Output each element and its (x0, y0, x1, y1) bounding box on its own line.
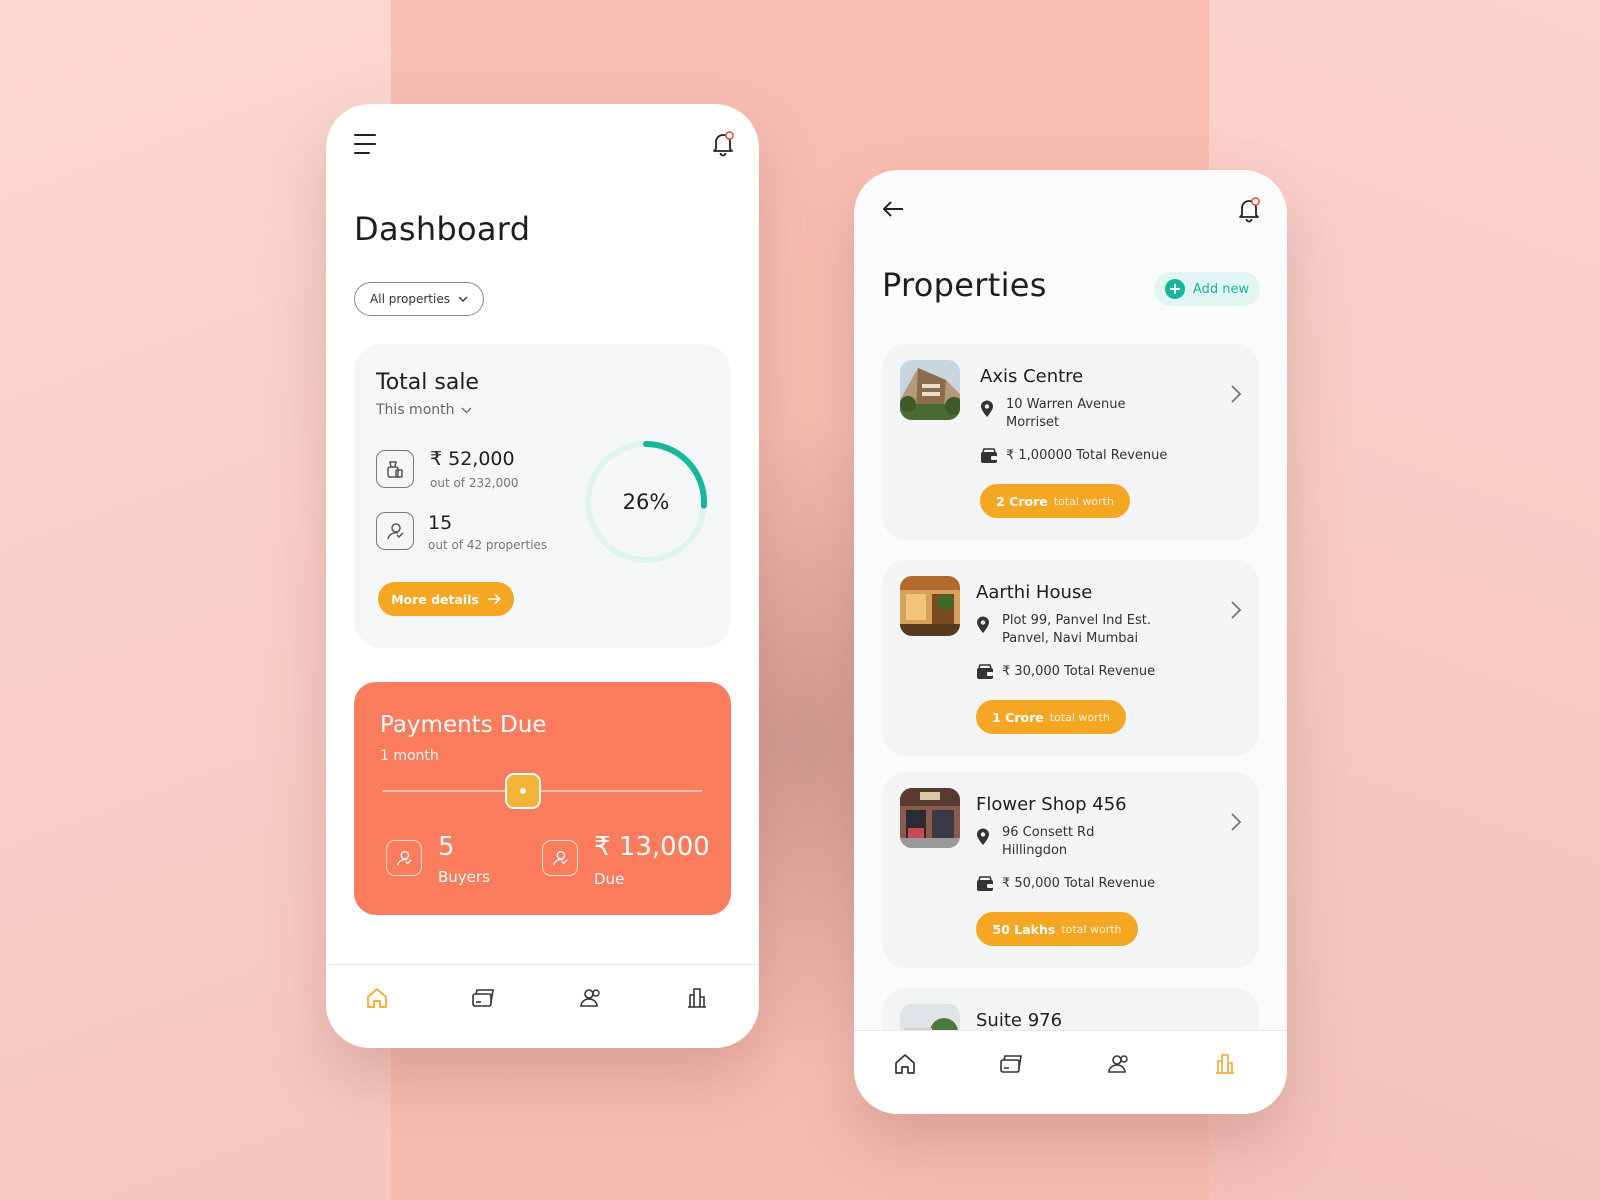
home-icon (895, 1054, 915, 1074)
sale-percent-label: 26% (622, 490, 670, 514)
buyers-count: 5 (438, 832, 455, 862)
property-name: Flower Shop 456 (976, 794, 1127, 815)
period-label: This month (376, 402, 455, 418)
sold-count-sub: out of 42 properties (428, 538, 548, 552)
dashboard-screen: Dashboard All properties Total sale This… (326, 104, 759, 1048)
buyers-label: Buyers (438, 868, 490, 886)
money-bag-icon (376, 450, 414, 488)
tab-clients[interactable] (576, 983, 606, 1013)
worth-value: 1 Crore (992, 709, 1044, 725)
page-title: Properties (882, 266, 1047, 304)
due-label: Due (594, 870, 625, 888)
plus-icon: + (1164, 279, 1185, 299)
payments-due-title: Payments Due (380, 712, 547, 738)
chevron-right-icon[interactable] (1229, 812, 1243, 832)
key-person-icon (376, 512, 414, 550)
more-details-button[interactable]: More details (378, 582, 514, 616)
property-thumbnail (900, 788, 960, 848)
property-card[interactable]: Flower Shop 456 96 Consett Rd Hillingdon… (882, 772, 1259, 968)
buyer-icon (386, 840, 422, 876)
properties-screen: Properties + Add new Axis Centre 10 Warr… (854, 170, 1287, 1114)
filter-label: All properties (370, 292, 450, 306)
total-sale-card: Total sale This month ₹ 52,000 out of 23… (354, 344, 731, 648)
worth-label: total worth (1061, 922, 1122, 936)
property-thumbnail (900, 576, 960, 636)
tab-properties[interactable] (682, 983, 712, 1013)
tab-payments[interactable] (468, 983, 498, 1013)
sold-count: 15 (428, 512, 453, 534)
notification-bell-icon[interactable] (1236, 196, 1262, 224)
building-icon (1216, 1054, 1234, 1074)
property-address: Plot 99, Panvel Ind Est. Panvel, Navi Mu… (1002, 612, 1151, 648)
worth-value: 50 Lakhs (992, 921, 1056, 937)
address-line-1: 10 Warren Avenue (1006, 397, 1126, 412)
users-icon (1108, 1055, 1128, 1073)
notification-bell-icon[interactable] (710, 130, 736, 158)
more-details-label: More details (391, 591, 479, 607)
property-filter-dropdown[interactable]: All properties (354, 282, 484, 316)
cards-icon (472, 989, 494, 1007)
chevron-down-icon (461, 407, 471, 413)
worth-badge: 50 Lakhs total worth (976, 912, 1138, 946)
payments-due-period: 1 month (380, 748, 439, 764)
property-revenue: ₹ 30,000 Total Revenue (1002, 664, 1156, 679)
location-pin-icon (977, 616, 989, 633)
location-pin-icon (977, 828, 989, 845)
address-line-2: Panvel, Navi Mumbai (1002, 631, 1139, 646)
bottom-tab-bar (326, 964, 759, 1048)
tab-home[interactable] (890, 1049, 920, 1079)
address-line-2: Hillingdon (1002, 843, 1068, 858)
back-arrow-icon[interactable] (880, 196, 906, 222)
payments-due-card: Payments Due 1 month 5 Buyers ₹ 13,000 D… (354, 682, 731, 915)
total-sale-title: Total sale (376, 370, 479, 395)
property-address: 96 Consett Rd Hillingdon (1002, 824, 1094, 860)
worth-label: total worth (1053, 494, 1114, 508)
location-pin-icon (981, 400, 993, 417)
due-amount: ₹ 13,000 (594, 832, 710, 862)
worth-value: 2 Crore (996, 493, 1048, 509)
chevron-right-icon[interactable] (1229, 600, 1243, 620)
worth-badge: 2 Crore total worth (980, 484, 1130, 518)
tab-properties[interactable] (1210, 1049, 1240, 1079)
property-thumbnail (900, 360, 960, 420)
building-icon (688, 988, 706, 1008)
chevron-right-icon[interactable] (1229, 384, 1243, 404)
property-name: Aarthi House (976, 582, 1093, 603)
cards-icon (1000, 1055, 1022, 1073)
property-name: Axis Centre (980, 366, 1084, 387)
worth-badge: 1 Crore total worth (976, 700, 1126, 734)
property-revenue: ₹ 50,000 Total Revenue (1002, 876, 1156, 891)
tab-home[interactable] (362, 983, 392, 1013)
home-icon (367, 988, 387, 1008)
period-slider-thumb[interactable] (504, 773, 541, 809)
sale-amount: ₹ 52,000 (430, 448, 515, 470)
wallet-icon (977, 876, 993, 891)
add-new-label: Add new (1192, 281, 1250, 297)
address-line-1: Plot 99, Panvel Ind Est. (1002, 613, 1152, 628)
property-card[interactable]: Aarthi House Plot 99, Panvel Ind Est. Pa… (882, 560, 1259, 756)
add-new-button[interactable]: + Add new (1154, 272, 1260, 306)
due-person-icon (542, 840, 578, 876)
address-line-2: Morriset (1006, 415, 1060, 430)
page-title: Dashboard (354, 210, 531, 248)
tab-clients[interactable] (1104, 1049, 1134, 1079)
hamburger-menu-icon[interactable] (354, 134, 378, 154)
period-selector[interactable]: This month (376, 402, 472, 418)
period-slider-track[interactable] (382, 790, 702, 792)
property-card[interactable]: Axis Centre 10 Warren Avenue Morriset ₹ … (882, 344, 1259, 540)
property-address: 10 Warren Avenue Morriset (1006, 396, 1126, 432)
worth-label: total worth (1049, 710, 1110, 724)
users-icon (580, 989, 600, 1007)
chevron-down-icon (458, 296, 468, 302)
sale-amount-sub: out of 232,000 (430, 476, 519, 490)
bottom-tab-bar (854, 1030, 1287, 1114)
property-name: Suite 976 (976, 1010, 1063, 1031)
wallet-icon (981, 448, 997, 463)
arrow-right-icon (487, 593, 501, 605)
wallet-icon (977, 664, 993, 679)
property-revenue: ₹ 1,00000 Total Revenue (1006, 448, 1168, 463)
tab-payments[interactable] (996, 1049, 1026, 1079)
address-line-1: 96 Consett Rd (1002, 825, 1095, 840)
